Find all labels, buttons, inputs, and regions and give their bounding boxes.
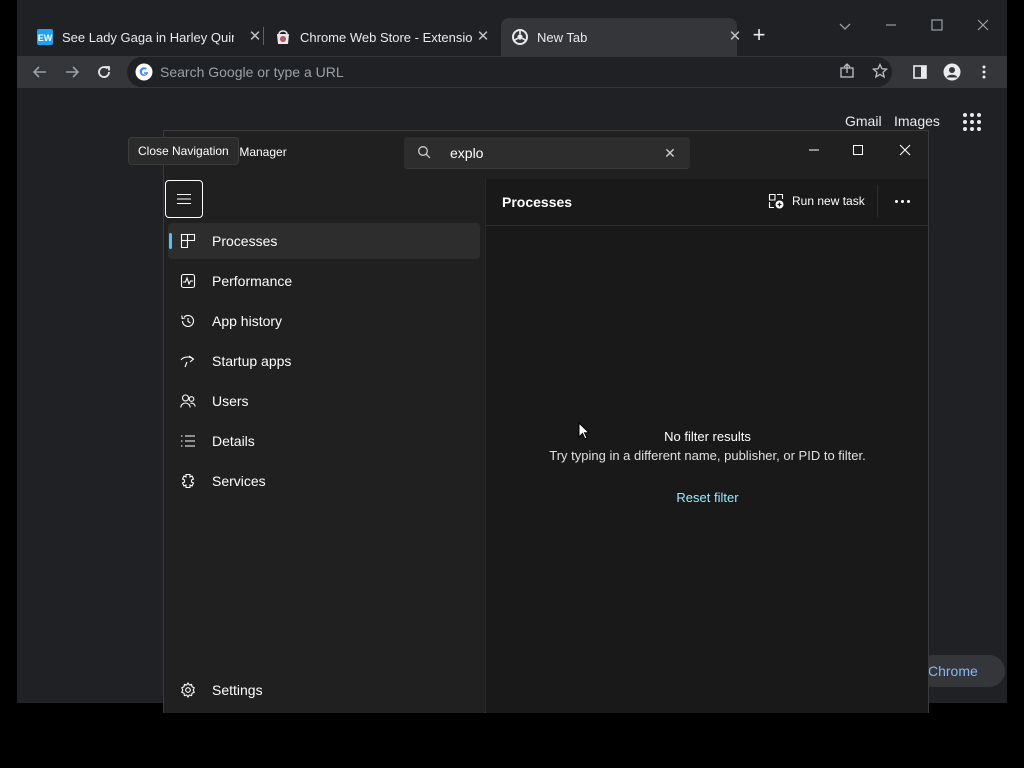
omnibox[interactable]: Search Google or type a URL [127, 57, 892, 87]
navigation-pane: Processes Performance App history Startu… [164, 179, 484, 713]
hamburger-menu-icon[interactable] [165, 180, 203, 218]
search-icon [418, 146, 431, 159]
tab-strip: EW See Lady Gaga in Harley Quinn m ✕ Chr… [17, 0, 1007, 56]
processes-icon [180, 233, 196, 249]
customize-chrome-label: Chrome [928, 663, 978, 679]
chrome-minimize-icon[interactable] [881, 16, 901, 36]
task-manager-window: k Manager ✕ Pr [163, 130, 929, 713]
nav-label: Services [212, 473, 266, 489]
tab-new-tab[interactable]: New Tab ✕ [501, 18, 741, 56]
nav-item-app-history[interactable]: App history [168, 303, 480, 339]
tab-search-chevron-icon[interactable] [835, 16, 855, 36]
tab-chrome-web-store[interactable]: Chrome Web Store - Extensions ✕ [275, 18, 491, 56]
reload-icon[interactable] [92, 60, 116, 84]
chrome-favicon [512, 29, 528, 45]
clear-search-icon[interactable]: ✕ [662, 143, 678, 163]
nav-item-performance[interactable]: Performance [168, 263, 480, 299]
images-link[interactable]: Images [894, 113, 940, 129]
chrome-close-icon[interactable] [973, 16, 993, 36]
header-divider [877, 185, 878, 217]
empty-state-title: No filter results [664, 429, 751, 444]
tm-minimize-icon[interactable] [797, 137, 831, 163]
bookmark-star-icon[interactable] [871, 62, 889, 81]
close-navigation-tooltip: Close Navigation [128, 137, 239, 165]
tab-close-icon[interactable]: ✕ [727, 29, 743, 45]
app-history-icon [181, 314, 195, 327]
omnibox-placeholder: Search Google or type a URL [160, 64, 344, 80]
nav-label: Startup apps [212, 353, 292, 369]
reset-filter-link: Reset filter [486, 490, 929, 505]
nav-item-services[interactable]: Services [168, 463, 480, 499]
share-icon[interactable] [838, 63, 856, 81]
search-input[interactable] [450, 143, 650, 163]
google-g-icon [135, 63, 153, 81]
nav-item-details[interactable]: Details [168, 423, 480, 459]
gmail-link[interactable]: Gmail [845, 113, 882, 129]
process-search-box[interactable]: ✕ [404, 137, 690, 169]
mouse-pointer-icon [578, 422, 590, 440]
tm-maximize-icon[interactable] [841, 137, 875, 163]
back-arrow-icon[interactable] [28, 60, 52, 84]
empty-state-subtitle: Try typing in a different name, publishe… [549, 448, 866, 463]
nav-label: Performance [212, 273, 293, 289]
forward-arrow-icon[interactable] [60, 60, 84, 84]
nav-label: Users [212, 393, 249, 409]
nav-label: Processes [212, 233, 278, 249]
google-apps-grid-icon[interactable] [963, 113, 981, 131]
nav-item-settings[interactable]: Settings [168, 672, 480, 708]
tab-separator [263, 27, 264, 45]
nav-label: Settings [212, 682, 263, 698]
nav-item-processes[interactable]: Processes [168, 223, 480, 259]
new-tab-button[interactable]: + [749, 24, 769, 46]
tab-title: New Tab [537, 29, 588, 45]
chrome-maximize-icon[interactable] [927, 16, 947, 36]
run-new-task-button[interactable]: Run new task [768, 191, 865, 211]
performance-icon [180, 273, 196, 289]
more-options-icon[interactable] [890, 191, 914, 211]
run-new-task-icon [768, 193, 784, 209]
content-header: Processes Run new task [486, 179, 929, 226]
services-icon [181, 473, 195, 489]
tab-ew-article[interactable]: EW See Lady Gaga in Harley Quinn m ✕ [37, 18, 263, 56]
processes-content-pane: Processes Run new task No filter results… [485, 179, 929, 713]
nav-label: Details [212, 433, 255, 449]
tab-title: See Lady Gaga in Harley Quinn m [62, 29, 234, 45]
side-panel-icon[interactable] [908, 60, 932, 84]
details-icon [181, 435, 195, 447]
tab-close-icon[interactable]: ✕ [247, 29, 263, 45]
nav-item-users[interactable]: Users [168, 383, 480, 419]
users-icon [180, 394, 196, 408]
nav-label: App history [212, 313, 283, 329]
tm-close-icon[interactable] [888, 137, 922, 163]
chrome-menu-icon[interactable] [972, 60, 996, 84]
ew-favicon: EW [37, 29, 53, 45]
nav-item-startup-apps[interactable]: Startup apps [168, 343, 480, 379]
startup-apps-icon [180, 355, 195, 368]
browser-toolbar: Search Google or type a URL [17, 56, 1007, 88]
settings-gear-icon [181, 682, 195, 698]
reset-filter-button[interactable]: Reset filter [676, 490, 738, 505]
page-title: Processes [502, 194, 573, 210]
svg-text:EW: EW [38, 33, 53, 43]
customize-chrome-button[interactable]: Chrome [917, 655, 1005, 687]
run-new-task-label: Run new task [792, 194, 865, 208]
tab-close-icon[interactable]: ✕ [475, 29, 491, 45]
task-manager-titlebar: k Manager ✕ [164, 131, 928, 179]
profile-avatar-icon[interactable] [940, 60, 964, 84]
tab-title: Chrome Web Store - Extensions [300, 29, 472, 45]
chrome-web-store-favicon [277, 30, 289, 44]
selection-indicator [169, 233, 172, 249]
